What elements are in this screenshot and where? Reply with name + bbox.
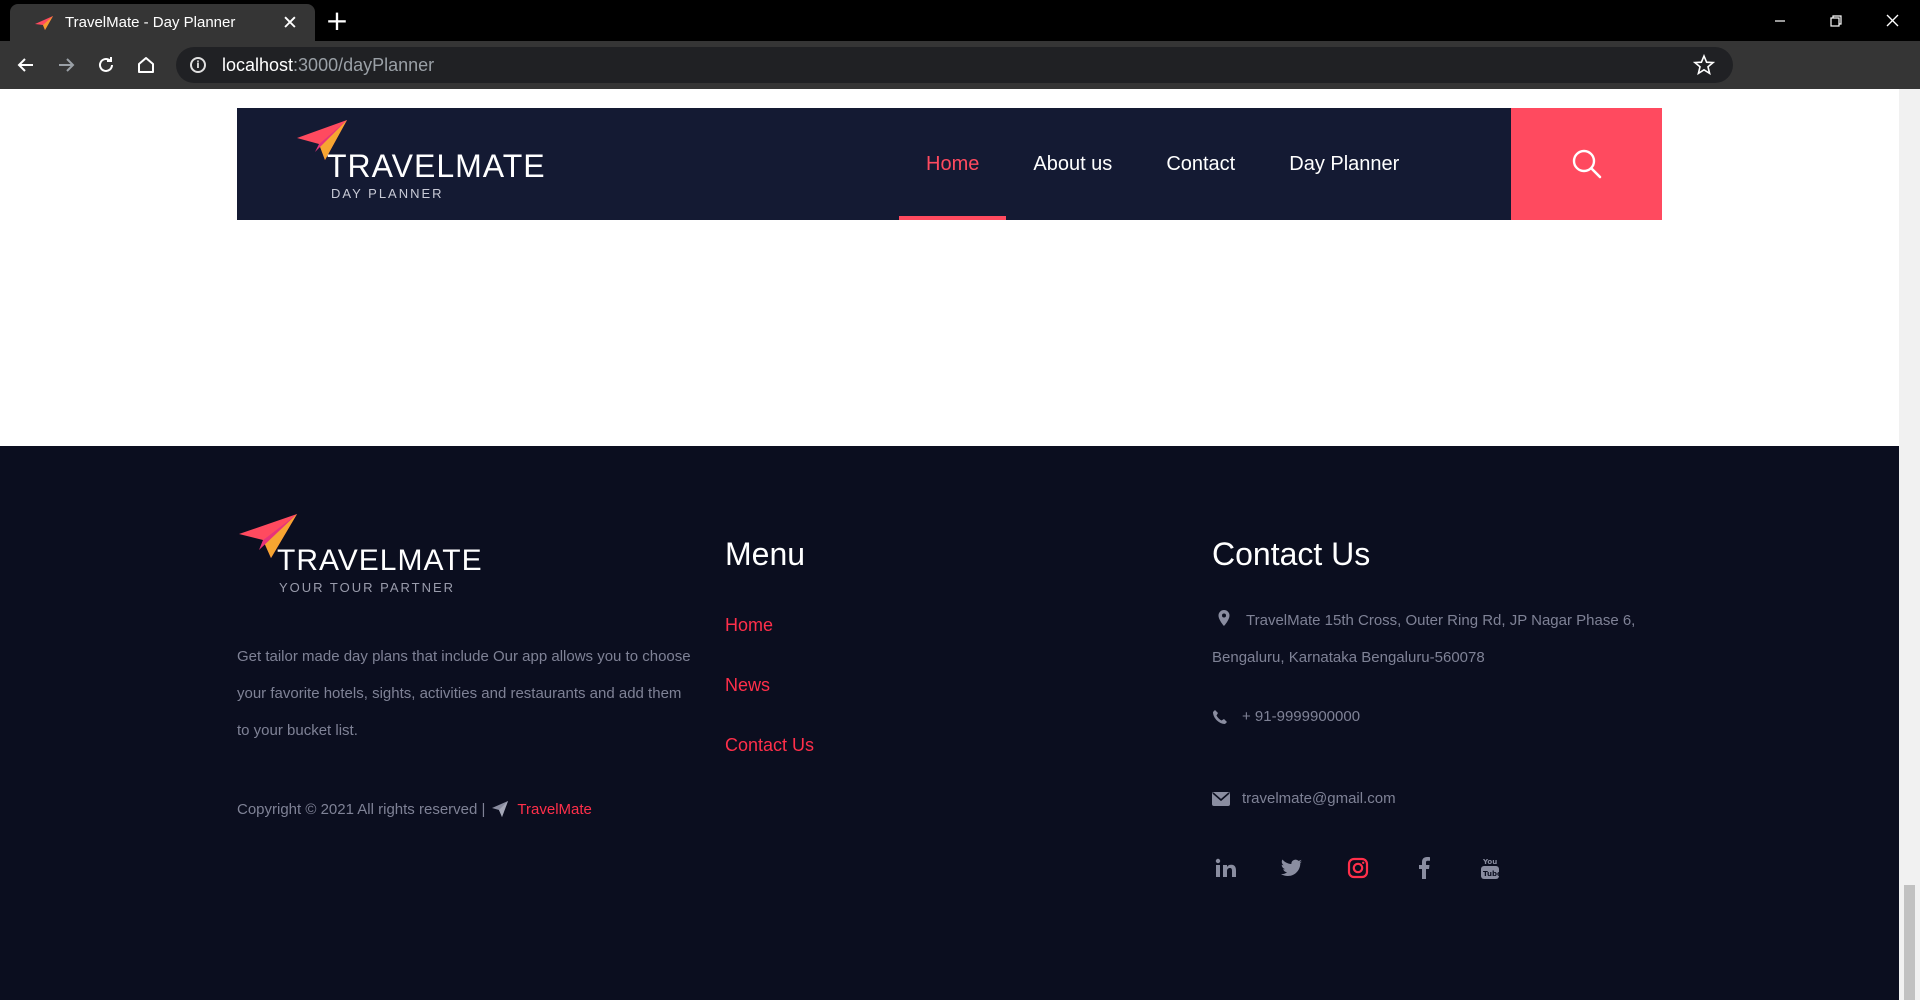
copyright-brand-link[interactable]: TravelMate bbox=[517, 801, 591, 818]
contact-address: TravelMate 15th Cross, Outer Ring Rd, JP… bbox=[1212, 602, 1672, 676]
copyright-text: Copyright © 2021 All rights reserved | bbox=[237, 800, 486, 818]
new-tab-icon[interactable]: + bbox=[325, 7, 349, 35]
footer-logo-title: TRAVELMATE bbox=[277, 544, 483, 577]
phone-icon bbox=[1212, 698, 1242, 735]
main-nav: Home About us Contact Day Planner bbox=[899, 108, 1426, 220]
copyright: Copyright © 2021 All rights reserved | T… bbox=[237, 800, 592, 818]
svg-text:You: You bbox=[1482, 858, 1497, 866]
nav-contact[interactable]: Contact bbox=[1139, 108, 1262, 220]
home-icon[interactable] bbox=[126, 45, 166, 85]
footer-contact-heading: Contact Us bbox=[1212, 536, 1371, 572]
logo-subtitle: DAY PLANNER bbox=[331, 186, 444, 201]
nav-day-planner[interactable]: Day Planner bbox=[1262, 108, 1426, 220]
map-pin-icon bbox=[1218, 610, 1230, 626]
footer-link-home[interactable]: Home bbox=[725, 615, 814, 675]
forward-icon[interactable] bbox=[46, 45, 86, 85]
footer-link-news[interactable]: News bbox=[725, 675, 814, 735]
browser-tab[interactable]: TravelMate - Day Planner ✕ bbox=[10, 4, 315, 41]
footer-about-text: Get tailor made day plans that include O… bbox=[237, 648, 691, 739]
paper-plane-icon bbox=[492, 801, 509, 817]
social-links: You Tube bbox=[1212, 854, 1504, 882]
restore-icon[interactable] bbox=[1808, 0, 1864, 41]
contact-phone-text: + 91-9999900000 bbox=[1242, 708, 1361, 725]
svg-text:Tube: Tube bbox=[1483, 870, 1500, 878]
footer-logo[interactable]: TRAVELMATE YOUR TOUR PARTNER bbox=[237, 512, 497, 602]
browser-tab-strip: TravelMate - Day Planner ✕ + bbox=[0, 0, 1920, 41]
linkedin-icon[interactable] bbox=[1212, 854, 1240, 882]
footer-menu-list: Home News Contact Us bbox=[725, 615, 814, 795]
envelope-icon bbox=[1212, 780, 1242, 817]
scrollbar-thumb[interactable] bbox=[1904, 885, 1915, 1000]
footer-logo-subtitle: YOUR TOUR PARTNER bbox=[279, 580, 456, 595]
site-header: TRAVELMATE DAY PLANNER Home About us Con… bbox=[237, 108, 1662, 220]
tab-title: TravelMate - Day Planner bbox=[65, 14, 236, 31]
close-window-icon[interactable] bbox=[1864, 0, 1920, 41]
site-footer: TRAVELMATE YOUR TOUR PARTNER Get tailor … bbox=[0, 446, 1899, 1000]
window-controls bbox=[1752, 0, 1920, 41]
search-button[interactable] bbox=[1511, 108, 1662, 220]
nav-about-us[interactable]: About us bbox=[1006, 108, 1139, 220]
contact-email-text[interactable]: travelmate@gmail.com bbox=[1242, 780, 1396, 817]
facebook-icon[interactable] bbox=[1410, 854, 1438, 882]
minimize-icon[interactable] bbox=[1752, 0, 1808, 41]
footer-link-contact-us[interactable]: Contact Us bbox=[725, 735, 814, 795]
footer-contact: Contact Us TravelMate 15th Cross, Outer … bbox=[1212, 536, 1672, 879]
footer-menu: Menu Home News Contact Us bbox=[725, 536, 814, 795]
twitter-icon[interactable] bbox=[1278, 854, 1306, 882]
search-icon bbox=[1572, 149, 1601, 179]
travelmate-favicon-icon bbox=[35, 15, 53, 30]
bookmark-star-icon[interactable] bbox=[1693, 54, 1715, 76]
site-info-icon[interactable]: i bbox=[190, 57, 206, 73]
address-bar[interactable]: i localhost:3000/dayPlanner bbox=[176, 47, 1733, 83]
youtube-icon[interactable]: You Tube bbox=[1476, 854, 1504, 882]
page-scrollbar[interactable] bbox=[1899, 89, 1920, 1000]
browser-toolbar: i localhost:3000/dayPlanner bbox=[0, 41, 1920, 120]
logo-title: TRAVELMATE bbox=[327, 148, 546, 184]
page-viewport: TRAVELMATE DAY PLANNER Home About us Con… bbox=[0, 89, 1920, 1000]
footer-menu-heading: Menu bbox=[725, 536, 806, 572]
header-logo[interactable]: TRAVELMATE DAY PLANNER bbox=[295, 118, 555, 204]
nav-home[interactable]: Home bbox=[899, 108, 1007, 220]
contact-email: travelmate@gmail.com bbox=[1212, 780, 1396, 817]
contact-address-text: TravelMate 15th Cross, Outer Ring Rd, JP… bbox=[1212, 612, 1636, 666]
instagram-icon[interactable] bbox=[1344, 854, 1372, 882]
close-tab-icon[interactable]: ✕ bbox=[279, 12, 301, 34]
url-text: localhost:3000/dayPlanner bbox=[222, 54, 435, 75]
back-icon[interactable] bbox=[6, 45, 46, 85]
contact-phone: + 91-9999900000 bbox=[1212, 698, 1360, 735]
reload-icon[interactable] bbox=[86, 45, 126, 85]
